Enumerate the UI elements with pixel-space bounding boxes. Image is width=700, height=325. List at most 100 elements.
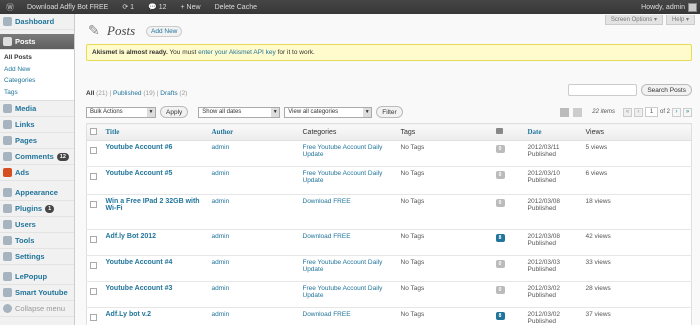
row-checkbox[interactable] [90,288,97,295]
view-drafts[interactable]: Drafts [160,90,177,97]
next-page-button[interactable]: › [672,107,681,117]
row-checkbox[interactable] [90,201,97,208]
last-page-button[interactable]: » [683,107,692,117]
menu-tools[interactable]: Tools [0,233,74,249]
apply-button[interactable]: Apply [160,106,189,118]
menu-plugins[interactable]: Plugins 1 [0,201,74,217]
row-checkbox[interactable] [90,147,97,154]
date-filter-select[interactable]: Show all dates ▼ [198,106,281,118]
avatar [688,2,697,12]
menu-posts[interactable]: Posts [0,34,74,50]
column-tags: Tags [397,123,493,141]
excerpt-view-icon[interactable] [573,107,583,117]
search-input[interactable] [568,84,638,96]
new-content-link[interactable]: + New [174,0,208,14]
add-new-button[interactable]: Add New [146,26,183,37]
admin-bar: Ⓦ Download Adfly Bot FREE ⟳ 1 💬 12 + New… [0,0,700,14]
menu-media[interactable]: Media [0,101,74,117]
submenu-categories[interactable]: Categories [4,75,74,87]
site-name-link[interactable]: Download Adfly Bot FREE [20,0,115,14]
menu-links[interactable]: Links [0,117,74,133]
column-title[interactable]: Title [102,123,209,141]
menu-settings[interactable]: Settings [0,249,74,265]
post-category-link[interactable]: Download FREE [303,311,351,318]
submenu-add-new[interactable]: Add New [4,64,74,76]
comments-link[interactable]: 💬 12 [141,0,173,14]
akismet-api-key-link[interactable]: enter your Akismet API key [198,49,276,56]
menu-dashboard[interactable]: Dashboard [0,14,74,30]
ads-icon [3,168,12,177]
comment-count-bubble[interactable]: 0 [495,171,505,179]
select-all-checkbox[interactable] [90,127,97,135]
post-category-link[interactable]: Free Youtube Account Daily Update [303,285,383,299]
menu-ads[interactable]: Ads [0,165,74,181]
post-author-link[interactable]: admin [212,259,230,266]
post-tags: No Tags [397,229,493,256]
menu-comments[interactable]: Comments 12 [0,149,74,165]
post-title-link[interactable]: Youtube Account #5 [106,170,173,177]
comment-count-bubble[interactable]: 8 [495,234,505,242]
post-title-link[interactable]: Youtube Account #4 [106,259,173,266]
list-view-icon[interactable] [560,107,570,117]
column-views: Views [582,123,692,141]
post-title-link[interactable]: Adf.ly Bot 2012 [106,233,157,240]
collapse-menu[interactable]: Collapse menu [0,301,74,317]
post-category-link[interactable]: Download FREE [303,233,351,240]
post-tags: No Tags [397,140,493,167]
wordpress-logo-icon[interactable]: Ⓦ [0,0,20,14]
column-date[interactable]: Date [524,123,583,141]
menu-appearance[interactable]: Appearance [0,185,74,201]
category-filter-select[interactable]: View all categories ▼ [284,106,373,118]
row-checkbox[interactable] [90,173,97,180]
menu-lepopup[interactable]: LePopup [0,269,74,285]
post-status: Published [527,151,557,158]
post-title-link[interactable]: Adf.Ly bot v.2 [106,311,152,318]
submenu-all-posts[interactable]: All Posts [4,52,74,64]
post-title-link[interactable]: Win a Free IPad 2 32GB with Wi-Fi [106,198,200,212]
link-icon [3,120,12,129]
post-category-link[interactable]: Free Youtube Account Daily Update [303,170,383,184]
post-author-link[interactable]: admin [212,285,230,292]
post-author-link[interactable]: admin [212,144,230,151]
post-author-link[interactable]: admin [212,311,230,318]
first-page-button[interactable]: « [622,107,632,117]
screen-options-tab[interactable]: Screen Options ▾ [604,15,663,25]
filter-button[interactable]: Filter [376,106,403,118]
comment-bubble-icon[interactable] [495,128,503,134]
post-author-link[interactable]: admin [212,170,230,177]
items-count: 22 items [592,109,615,115]
account-menu[interactable]: Howdy, admin [634,0,700,14]
pages-icon [3,136,12,145]
bulk-actions-select[interactable]: Bulk Actions ▼ [86,106,156,118]
settings-icon [3,252,12,261]
column-author[interactable]: Author [208,123,300,141]
current-page-input[interactable]: 1 [644,107,658,117]
comment-count-bubble[interactable]: 8 [495,312,505,320]
search-posts-button[interactable]: Search Posts [641,84,692,96]
row-checkbox[interactable] [90,262,97,269]
post-category-link[interactable]: Free Youtube Account Daily Update [303,259,383,273]
post-title-link[interactable]: Youtube Account #3 [106,285,173,292]
post-category-link[interactable]: Free Youtube Account Daily Update [303,144,383,158]
post-author-link[interactable]: admin [212,198,230,205]
post-date: 2012/03/02 [527,311,561,318]
menu-users[interactable]: Users [0,217,74,233]
post-title-link[interactable]: Youtube Account #6 [106,144,173,151]
post-category-link[interactable]: Download FREE [303,198,351,205]
help-tab[interactable]: Help ▾ [665,15,695,25]
delete-cache-link[interactable]: Delete Cache [208,0,264,14]
view-published[interactable]: Published [113,90,142,97]
comment-count-bubble[interactable]: 0 [495,145,505,153]
row-checkbox[interactable] [90,236,97,243]
menu-pages[interactable]: Pages [0,133,74,149]
menu-smart-youtube[interactable]: Smart Youtube [0,285,74,301]
comment-count-bubble[interactable]: 0 [495,260,505,268]
submenu-tags[interactable]: Tags [4,87,74,99]
post-date: 2012/03/02 [527,285,561,292]
comment-count-bubble[interactable]: 0 [495,199,505,207]
updates-link[interactable]: ⟳ 1 [115,0,141,14]
row-checkbox[interactable] [90,314,97,321]
comment-count-bubble[interactable]: 0 [495,286,505,294]
prev-page-button[interactable]: ‹ [633,107,643,117]
post-author-link[interactable]: admin [212,233,230,240]
